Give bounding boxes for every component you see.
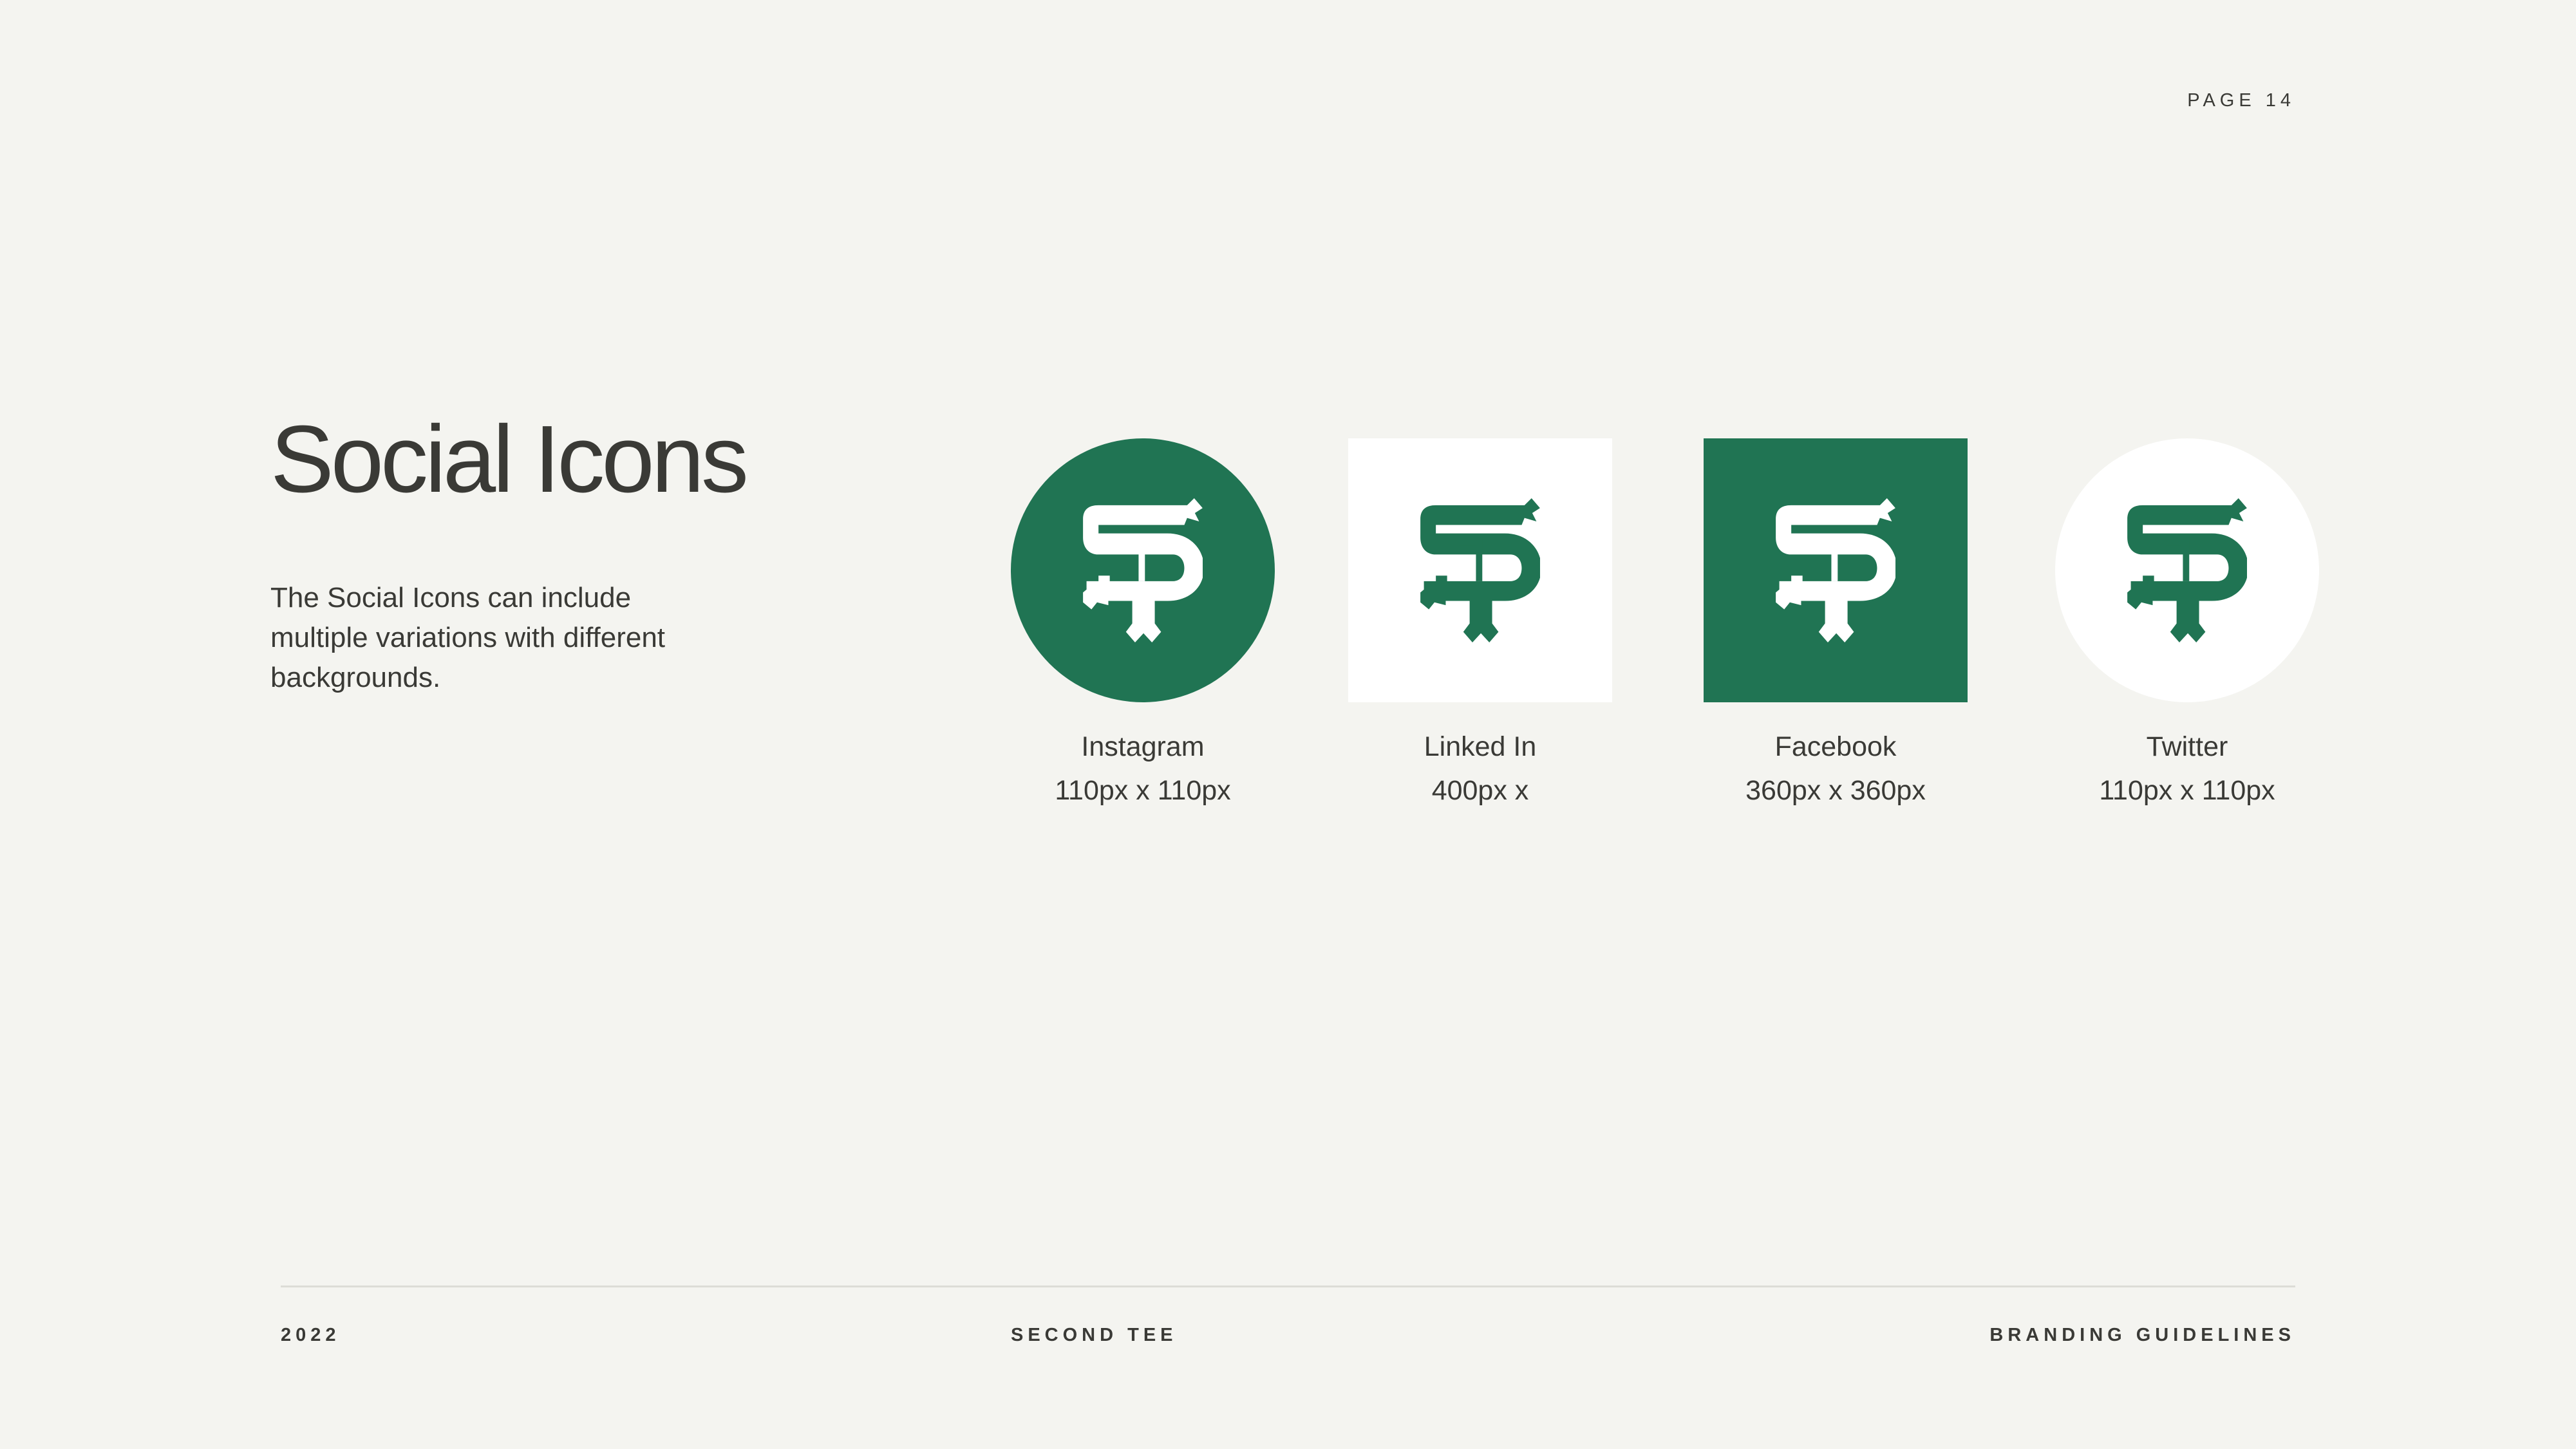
second-tee-logo-icon [2127, 498, 2247, 642]
second-tee-logo-icon [1083, 498, 1203, 642]
icon-size: 360px x 360px [1745, 775, 1926, 806]
icon-label: Twitter [2146, 731, 2228, 762]
page-title: Social Icons [270, 406, 749, 512]
instagram-avatar-preview [1011, 438, 1275, 702]
icon-card-instagram: Instagram 110px x 110px [1011, 438, 1275, 805]
page-description: The Social Icons can include multiple va… [270, 582, 666, 693]
second-tee-logo-icon [1420, 498, 1540, 642]
page-number: PAGE 14 [2187, 90, 2295, 111]
icon-size: 110px x 110px [2099, 775, 2275, 806]
linkedin-avatar-preview [1348, 438, 1612, 702]
icon-card-linkedin: Linked In 400px x [1348, 438, 1612, 805]
icon-label: Linked In [1424, 731, 1537, 762]
footer-brand: SECOND TEE [1011, 1325, 1178, 1345]
footer-document-title: BRANDING GUIDELINES [1989, 1325, 2295, 1345]
icon-label: Facebook [1774, 731, 1897, 762]
footer-divider [281, 1285, 2295, 1287]
facebook-avatar-preview [1704, 438, 1968, 702]
second-tee-logo-icon [1776, 498, 1895, 642]
icon-card-facebook: Facebook 360px x 360px [1704, 438, 1968, 805]
icon-card-twitter: Twitter 110px x 110px [2055, 438, 2319, 805]
icon-size: 110px x 110px [1055, 775, 1231, 806]
icon-label: Instagram [1081, 731, 1205, 762]
footer-year: 2022 [281, 1325, 341, 1345]
twitter-avatar-preview [2055, 438, 2319, 702]
icon-size: 400px x [1431, 775, 1529, 806]
